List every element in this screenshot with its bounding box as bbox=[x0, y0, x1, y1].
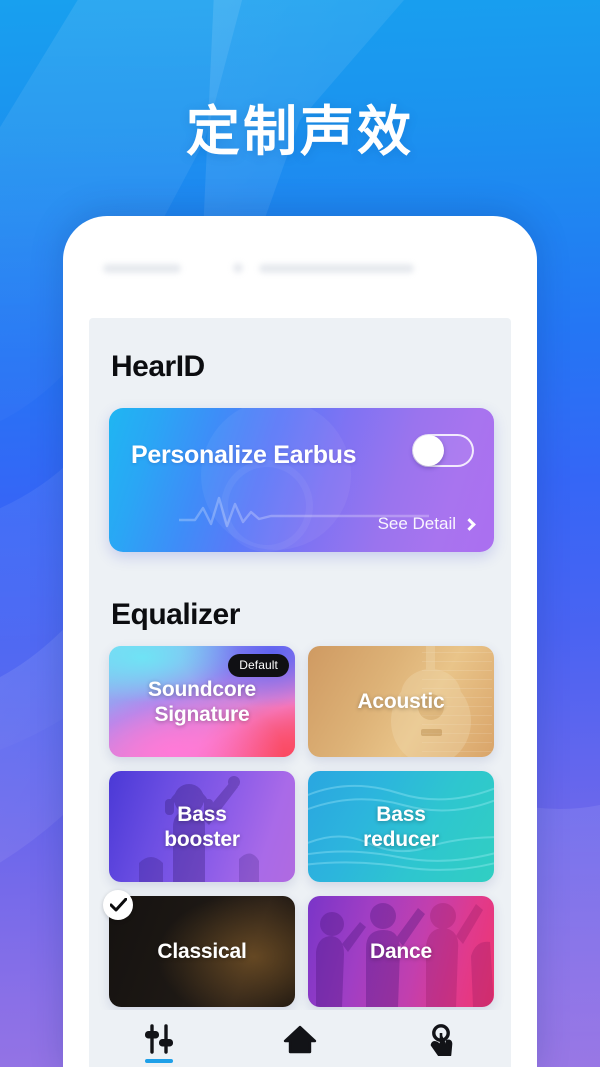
nav-item-touch-control[interactable] bbox=[405, 1015, 477, 1067]
nav-item-equalizer[interactable] bbox=[123, 1015, 195, 1067]
hearid-section-title: HearID bbox=[111, 350, 205, 383]
promo-stage: 定制声效 HearID Personalize Earbus See Detai… bbox=[0, 0, 600, 1067]
bottom-navigation bbox=[89, 1010, 511, 1067]
phone-mockup: HearID Personalize Earbus See Detail Equ… bbox=[63, 216, 537, 1067]
see-detail-link[interactable]: See Detail bbox=[377, 514, 476, 534]
preset-label: Dance bbox=[369, 940, 433, 963]
personalize-earbus-toggle[interactable] bbox=[412, 434, 474, 467]
preset-card-acoustic[interactable]: Acoustic bbox=[308, 646, 494, 757]
nav-item-home[interactable] bbox=[264, 1015, 336, 1067]
see-detail-label: See Detail bbox=[377, 514, 456, 533]
check-icon bbox=[110, 898, 127, 912]
preset-card-dance[interactable]: Dance bbox=[308, 896, 494, 1007]
preset-card-soundcore-signature[interactable]: Default Soundcore Signature bbox=[109, 646, 295, 757]
home-icon bbox=[283, 1025, 317, 1054]
preset-card-classical[interactable]: Classical bbox=[103, 890, 295, 1007]
toggle-knob bbox=[413, 435, 444, 466]
page-title: 定制声效 bbox=[186, 102, 414, 162]
equalizer-section-title: Equalizer bbox=[111, 598, 240, 631]
chevron-right-icon bbox=[463, 517, 476, 531]
personalize-earbus-label: Personalize Earbus bbox=[131, 441, 357, 469]
preset-card-bass-booster[interactable]: Bass booster bbox=[109, 771, 295, 882]
selected-check-badge bbox=[103, 890, 133, 920]
preset-label: Classical bbox=[157, 940, 247, 963]
app-screen: HearID Personalize Earbus See Detail Equ… bbox=[89, 318, 511, 1067]
equalizer-preset-grid: Default Soundcore Signature Acoustic Bas… bbox=[103, 646, 494, 1007]
preset-label: Acoustic bbox=[357, 690, 445, 713]
nav-active-indicator bbox=[145, 1059, 174, 1063]
default-badge: Default bbox=[228, 654, 289, 677]
status-bar bbox=[63, 260, 537, 282]
preset-label: Bass reducer bbox=[363, 802, 439, 851]
personalize-earbus-card[interactable]: Personalize Earbus See Detail bbox=[109, 408, 494, 552]
touch-tap-icon bbox=[430, 1024, 452, 1056]
equalizer-sliders-icon bbox=[145, 1024, 174, 1054]
preset-card-bass-reducer[interactable]: Bass reducer bbox=[308, 771, 494, 882]
preset-label: Bass booster bbox=[164, 802, 240, 851]
